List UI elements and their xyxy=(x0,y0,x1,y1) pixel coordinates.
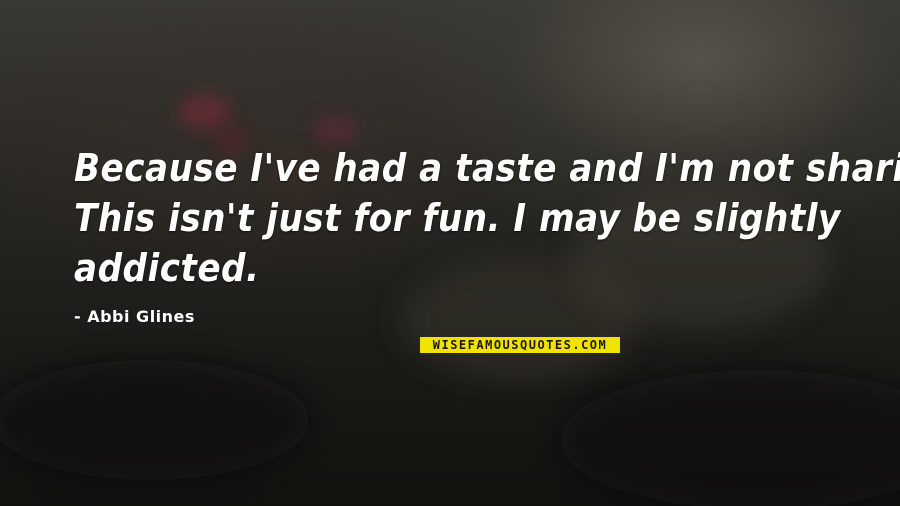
quote-line: This isn't just for fun. I may be slight… xyxy=(74,196,841,240)
quote-image: Because I've had a taste and I'm not sha… xyxy=(0,0,900,506)
quote-line: Because I've had a taste and I'm not sha… xyxy=(74,146,900,190)
watermark-logo: WISEFAMOUSQUOTES.COM xyxy=(420,337,620,353)
quote-author: - Abbi Glines xyxy=(74,307,195,326)
quote-text: Because I've had a taste and I'm not sha… xyxy=(74,143,900,293)
quote-line: addicted. xyxy=(74,246,260,290)
